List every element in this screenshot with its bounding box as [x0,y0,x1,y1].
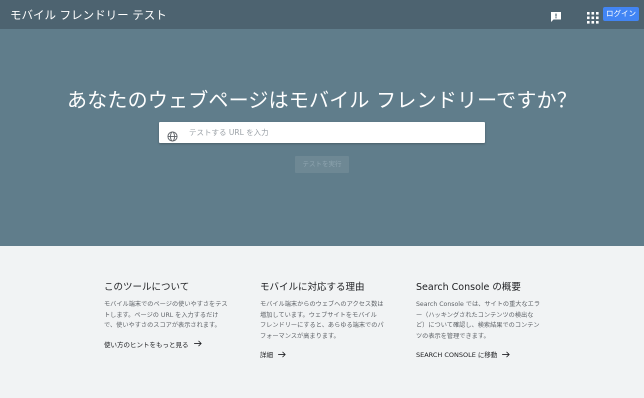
search-console-column: Search Console の概要 Search Console では、サイト… [416,279,540,359]
search-console-link[interactable]: SEARCH CONSOLE に移動 [416,349,540,359]
login-button[interactable]: ログイン [603,7,639,21]
url-input-container [159,122,485,143]
link-label: 詳細 [260,351,273,359]
more-tips-link[interactable]: 使い方のヒントをもっと見る [104,339,228,349]
top-bar: モバイル フレンドリー テスト ログイン [0,0,644,29]
url-input[interactable] [189,122,479,143]
apps-grid-icon[interactable] [587,9,599,24]
column-title: このツールについて [104,282,190,293]
feedback-icon[interactable] [550,8,562,22]
column-body: Search Console では、サイトの重大なエラー（ハッキングされたコンテ… [416,301,541,340]
column-body: モバイル端末でのページの使いやすさをテストします。ページの URL を入力するだ… [104,301,228,329]
details-link[interactable]: 詳細 [260,349,384,359]
app-title: モバイル フレンドリー テスト [10,8,167,22]
link-label: 使い方のヒントをもっと見る [104,340,189,349]
arrow-right-icon [278,351,286,357]
column-title: Search Console の概要 [416,282,521,293]
arrow-right-icon [193,340,202,347]
about-tool-column: このツールについて モバイル端末でのページの使いやすさをテストします。ページの … [104,279,228,349]
info-section: このツールについて モバイル端末でのページの使いやすさをテストします。ページの … [0,246,644,398]
globe-icon [167,127,178,142]
run-test-button[interactable]: テストを実行 [295,156,349,173]
column-title: モバイルに対応する理由 [260,282,365,293]
link-label: SEARCH CONSOLE に移動 [416,351,498,359]
why-mobile-column: モバイルに対応する理由 モバイル端末からのウェブへのアクセス数は増加しています。… [260,279,384,359]
arrow-right-icon [502,351,511,357]
hero-section: あなたのウェブページはモバイル フレンドリーですか？ テストを実行 [0,29,644,246]
hero-heading: あなたのウェブページはモバイル フレンドリーですか？ [67,88,577,112]
column-body: モバイル端末からのウェブへのアクセス数は増加しています。ウェブサイトをモバイル … [260,301,384,340]
